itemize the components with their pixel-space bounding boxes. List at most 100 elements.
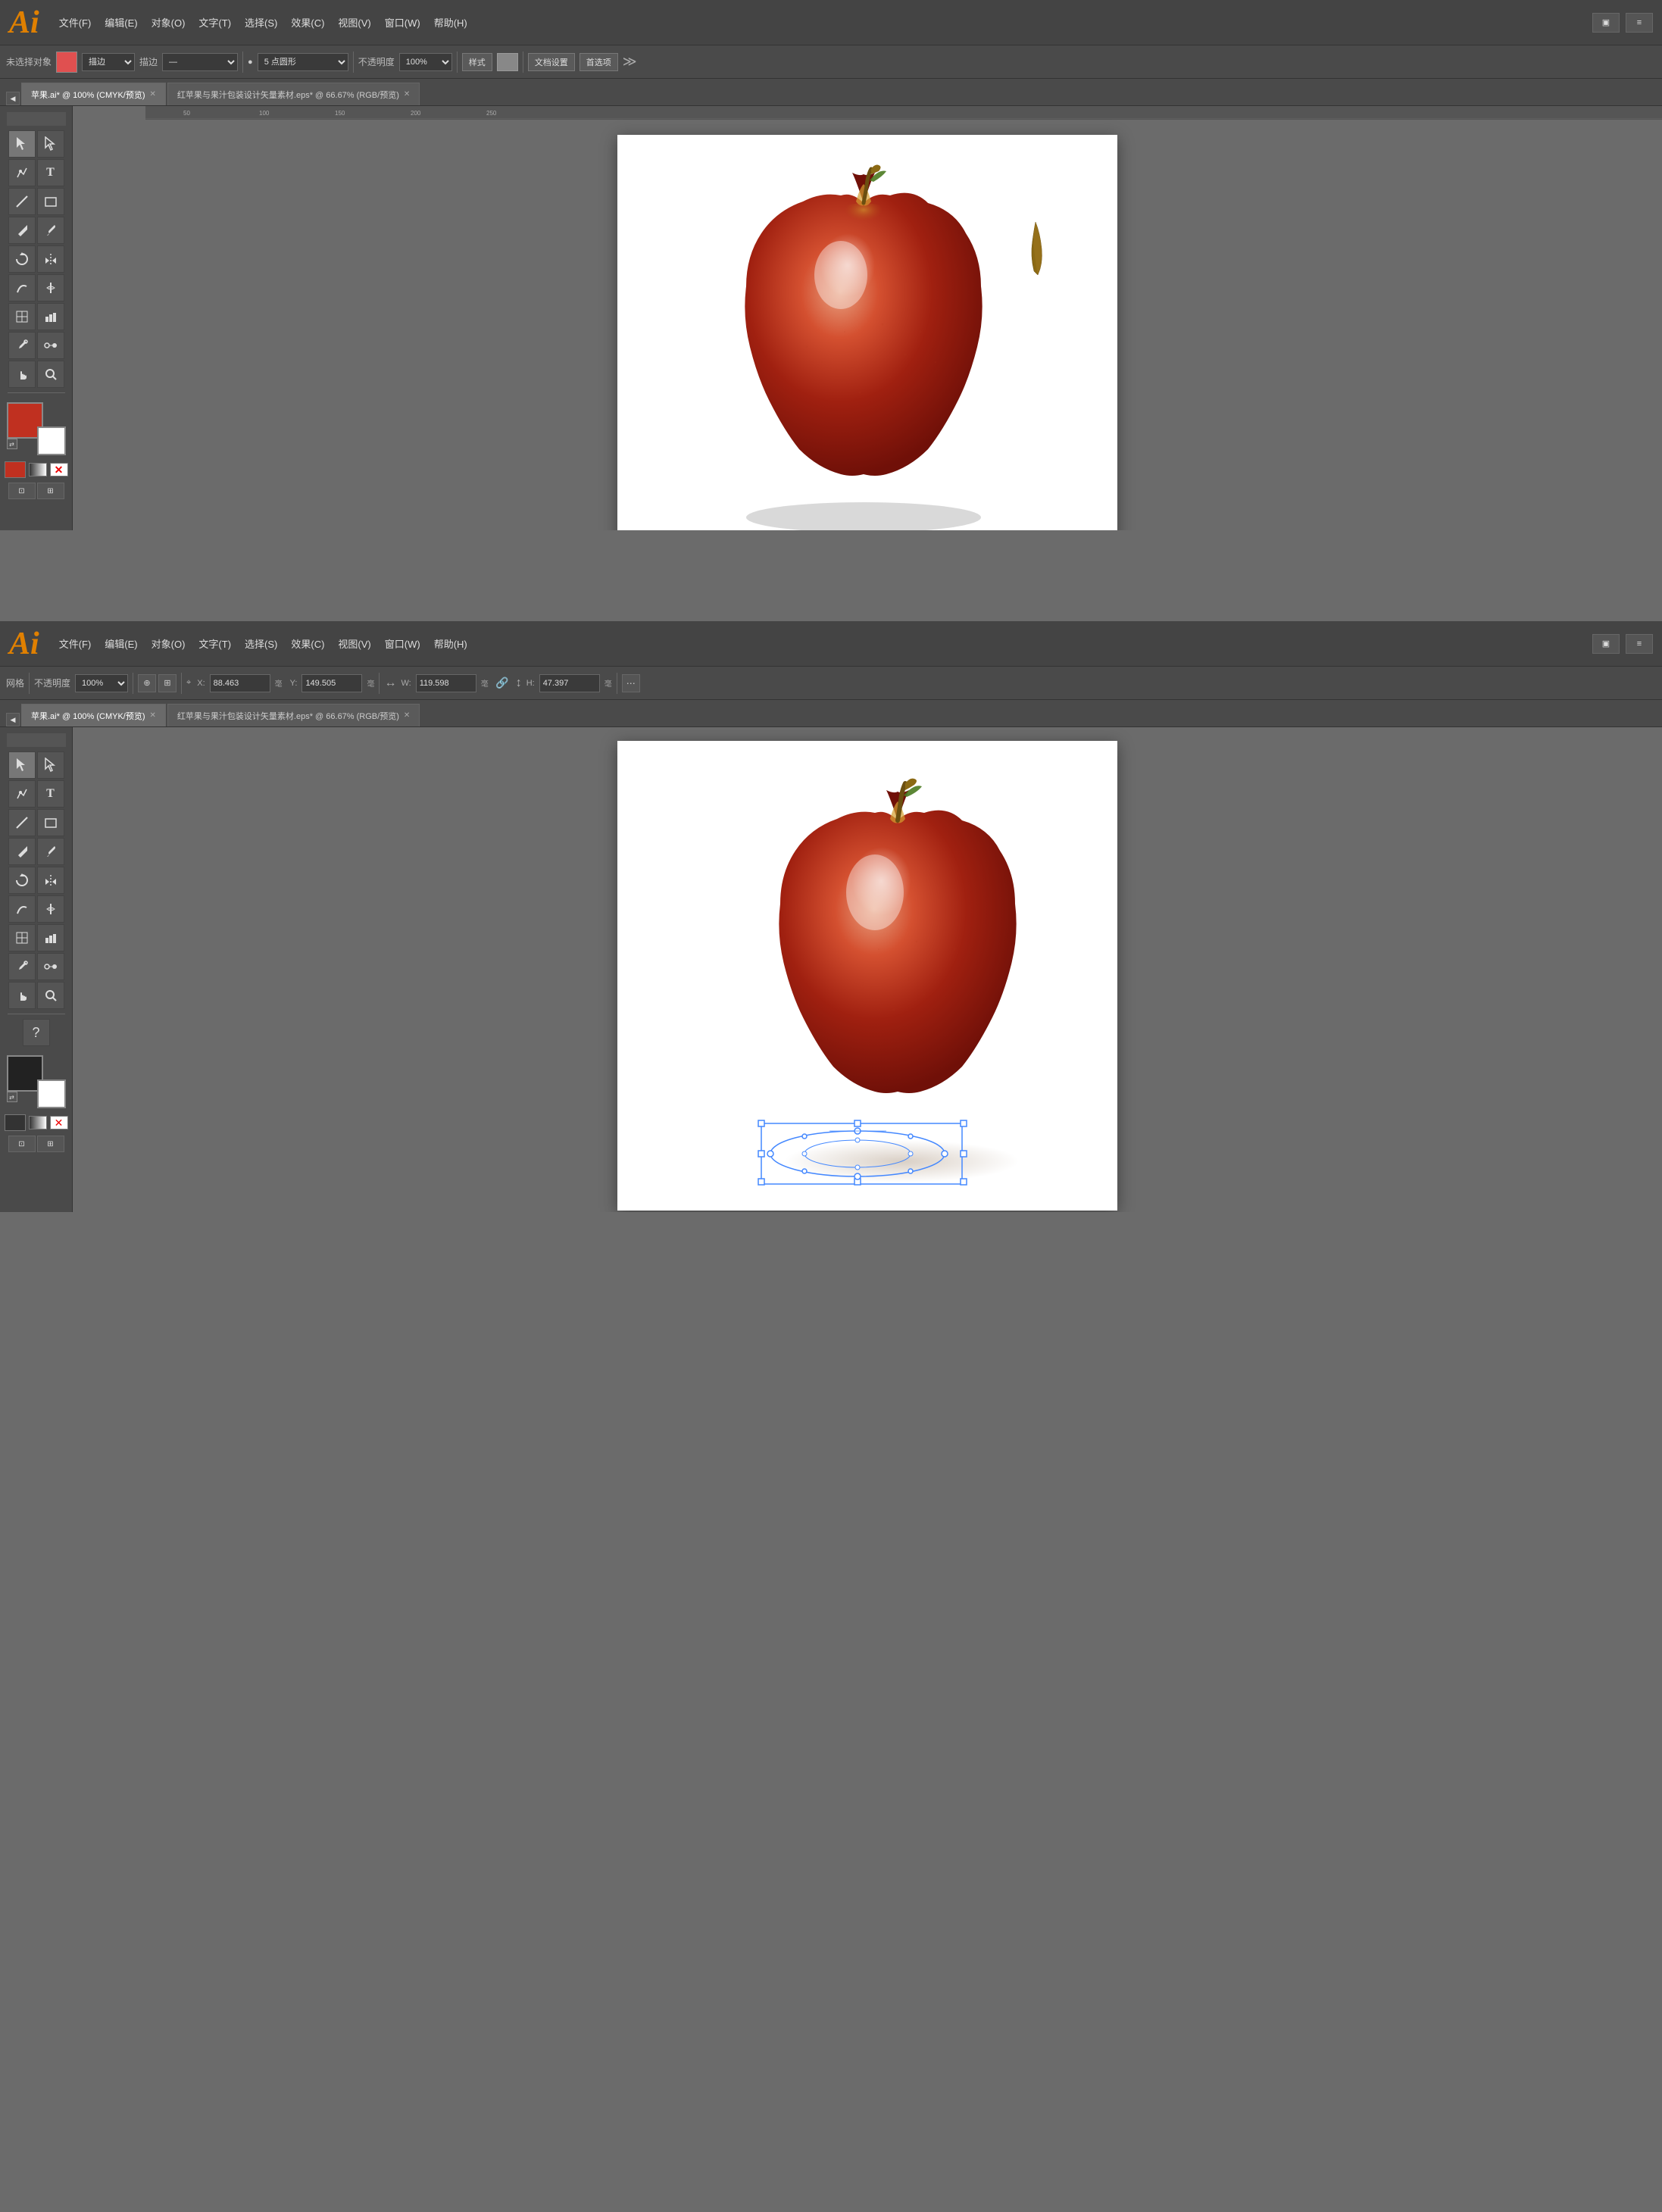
menu-file-2[interactable]: 文件(F) xyxy=(59,636,92,651)
window-mode-btn-2[interactable]: ▣ xyxy=(1592,634,1620,654)
y-input[interactable]: 149.505 xyxy=(301,674,362,692)
brush-tool-2[interactable] xyxy=(37,838,64,865)
direct-selection-tool[interactable] xyxy=(37,130,64,158)
menu-help-1[interactable]: 帮助(H) xyxy=(434,15,467,30)
chart-tool-2[interactable] xyxy=(37,924,64,951)
constrain-icon[interactable]: 🔗 xyxy=(493,674,511,692)
brush-name-dropdown[interactable]: 5 点圆形 xyxy=(258,53,348,71)
warp-tool-2[interactable] xyxy=(8,895,36,923)
none-mode-btn[interactable]: ✕ xyxy=(50,463,68,476)
menu-window-2[interactable]: 窗口(W) xyxy=(385,636,420,651)
menu-type-1[interactable]: 文字(T) xyxy=(198,15,231,30)
preferences-btn[interactable]: 首选项 xyxy=(580,53,618,71)
menu-edit-2[interactable]: 编辑(E) xyxy=(105,636,137,651)
normal-mode-btn[interactable] xyxy=(5,461,26,478)
menu-edit-1[interactable]: 编辑(E) xyxy=(105,15,137,30)
stroke-width-dropdown[interactable]: — xyxy=(162,53,238,71)
line-tool-2[interactable] xyxy=(8,809,36,836)
h-input[interactable]: 47.397 xyxy=(539,674,600,692)
eyedropper-tool[interactable] xyxy=(8,332,36,359)
menu-object-1[interactable]: 对象(O) xyxy=(152,15,186,30)
zoom-tool[interactable] xyxy=(37,361,64,388)
tab-scroll-left[interactable]: ◀ xyxy=(6,92,20,105)
pen-tool[interactable] xyxy=(8,159,36,186)
gradient-mode-btn-2[interactable] xyxy=(29,1116,47,1129)
width-tool[interactable] xyxy=(37,274,64,301)
rect-tool-2[interactable] xyxy=(37,809,64,836)
tab-1-file2[interactable]: 红苹果与果汁包装设计矢量素材.eps* @ 66.67% (RGB/预览) ✕ xyxy=(167,83,420,105)
menu-select-1[interactable]: 选择(S) xyxy=(245,15,277,30)
transform-icon[interactable]: ⊕ xyxy=(138,674,156,692)
artboard-mode-btn-2[interactable]: ⊞ xyxy=(37,1136,64,1152)
menu-select-2[interactable]: 选择(S) xyxy=(245,636,277,651)
pencil-tool-2[interactable] xyxy=(8,838,36,865)
menu-effect-1[interactable]: 效果(C) xyxy=(291,15,324,30)
tab-1-close2[interactable]: ✕ xyxy=(404,90,410,98)
tab-1-close[interactable]: ✕ xyxy=(150,90,156,98)
zoom-tool-2[interactable] xyxy=(37,982,64,1009)
grid-icon[interactable]: ⊞ xyxy=(158,674,177,692)
type-tool[interactable]: T xyxy=(37,159,64,186)
mesh-tool[interactable] xyxy=(8,303,36,330)
menu-type-2[interactable]: 文字(T) xyxy=(198,636,231,651)
screen-mode-btn[interactable]: ⊡ xyxy=(8,483,36,499)
blend-tool[interactable] xyxy=(37,332,64,359)
style-btn[interactable]: 样式 xyxy=(462,53,492,71)
menu-view-2[interactable]: 视图(V) xyxy=(338,636,370,651)
menu-help-2[interactable]: 帮助(H) xyxy=(434,636,467,651)
menu-view-1[interactable]: 视图(V) xyxy=(338,15,370,30)
line-tool[interactable] xyxy=(8,188,36,215)
brush-tool[interactable] xyxy=(37,217,64,244)
tab-scroll-left-2[interactable]: ◀ xyxy=(6,713,20,726)
screen-mode-btn-2[interactable]: ⊡ xyxy=(8,1136,36,1152)
swap-colors-btn-2[interactable]: ⇄ xyxy=(7,1092,17,1102)
menu-effect-2[interactable]: 效果(C) xyxy=(291,636,324,651)
rotate-tool[interactable] xyxy=(8,245,36,273)
rect-tool[interactable] xyxy=(37,188,64,215)
blend-tool-2[interactable] xyxy=(37,953,64,980)
reflect-tool[interactable] xyxy=(37,245,64,273)
rotate-tool-2[interactable] xyxy=(8,867,36,894)
opacity-dropdown-1[interactable]: 100% xyxy=(399,53,452,71)
mesh-tool-2[interactable] xyxy=(8,924,36,951)
pencil-tool[interactable] xyxy=(8,217,36,244)
doc-settings-btn[interactable]: 文档设置 xyxy=(528,53,575,71)
selection-tool-2[interactable] xyxy=(8,751,36,779)
swap-colors-btn[interactable]: ⇄ xyxy=(7,439,17,449)
w-input[interactable]: 119.598 xyxy=(416,674,476,692)
reflect-tool-2[interactable] xyxy=(37,867,64,894)
window-mode-btn[interactable]: ▣ xyxy=(1592,13,1620,33)
x-input[interactable]: 88.463 xyxy=(210,674,270,692)
tab-1-file1[interactable]: 苹果.ai* @ 100% (CMYK/预览) ✕ xyxy=(21,83,166,105)
eyedropper-tool-2[interactable] xyxy=(8,953,36,980)
menu-window-1[interactable]: 窗口(W) xyxy=(385,15,420,30)
brush-dropdown-1[interactable]: 描边 xyxy=(82,53,135,71)
unknown-tool[interactable]: ? xyxy=(23,1019,50,1046)
tab-2-file1[interactable]: 苹果.ai* @ 100% (CMYK/预览) ✕ xyxy=(21,704,166,726)
type-tool-2[interactable]: T xyxy=(37,780,64,808)
hand-tool[interactable] xyxy=(8,361,36,388)
warp-tool[interactable] xyxy=(8,274,36,301)
width-tool-2[interactable] xyxy=(37,895,64,923)
selection-tool[interactable] xyxy=(8,130,36,158)
hand-tool-2[interactable] xyxy=(8,982,36,1009)
opacity-dropdown-2[interactable]: 100% xyxy=(75,674,128,692)
more-options-btn[interactable]: ⋯ xyxy=(622,674,640,692)
expand-options-btn[interactable]: ≫ xyxy=(623,54,637,70)
artboard-mode-btn[interactable]: ⊞ xyxy=(37,483,64,499)
fill-swatch-1[interactable] xyxy=(56,52,77,73)
tab-2-close[interactable]: ✕ xyxy=(150,711,156,720)
tab-2-close2[interactable]: ✕ xyxy=(404,711,410,720)
workspace-btn[interactable]: ≡ xyxy=(1626,13,1653,33)
tab-2-file2[interactable]: 红苹果与果汁包装设计矢量素材.eps* @ 66.67% (RGB/预览) ✕ xyxy=(167,704,420,726)
stroke-color[interactable] xyxy=(37,426,66,455)
chart-tool[interactable] xyxy=(37,303,64,330)
gradient-mode-btn[interactable] xyxy=(29,463,47,476)
none-mode-btn-2[interactable]: ✕ xyxy=(50,1116,68,1129)
workspace-btn-2[interactable]: ≡ xyxy=(1626,634,1653,654)
menu-file-1[interactable]: 文件(F) xyxy=(59,15,92,30)
direct-selection-tool-2[interactable] xyxy=(37,751,64,779)
pen-tool-2[interactable] xyxy=(8,780,36,808)
stroke-color-2[interactable] xyxy=(37,1079,66,1108)
menu-object-2[interactable]: 对象(O) xyxy=(152,636,186,651)
